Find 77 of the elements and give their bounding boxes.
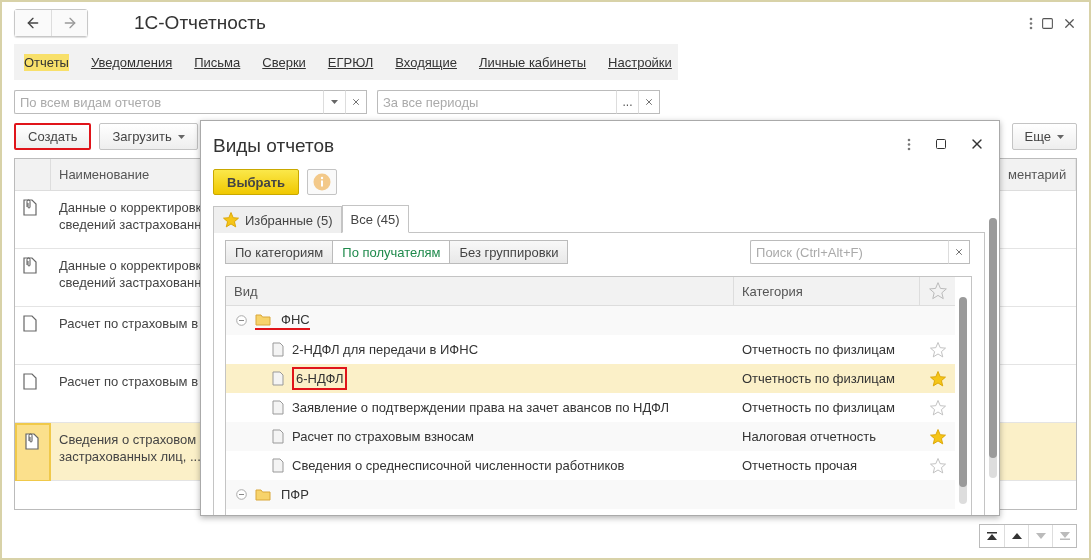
column-header: Категория [734, 277, 920, 305]
group-label: ПФР [281, 487, 309, 502]
clipped-document-icon [23, 199, 37, 216]
star-icon [927, 281, 948, 301]
clipped-document-icon [25, 433, 39, 450]
dialog-title: Виды отчетов [213, 135, 335, 157]
collapse-icon[interactable] [236, 315, 247, 326]
clipped-document-icon [23, 257, 37, 274]
picker-button[interactable]: ... [616, 90, 638, 114]
clear-button[interactable] [638, 90, 660, 114]
document-icon [272, 371, 284, 386]
grouping-button[interactable]: По категориям [225, 240, 334, 264]
document-icon [23, 373, 37, 390]
report-name: Заявление о подтверждении права на зачет авансов по НДФЛ [292, 400, 669, 415]
document-icon [272, 400, 284, 415]
dialog-tab[interactable]: Все (45) [341, 205, 409, 233]
column-header: ментарий [1000, 159, 1076, 191]
star-icon [222, 211, 240, 229]
folder-icon [255, 312, 271, 326]
collapse-icon[interactable] [236, 489, 247, 500]
forward-button[interactable] [51, 10, 87, 36]
caret-icon [331, 100, 338, 104]
report-type-field[interactable]: По всем видам отчетов [14, 90, 323, 114]
period-field[interactable]: За все периоды [377, 90, 616, 114]
tree-row[interactable]: 6-НДФЛ Отчетность по физлицам [226, 364, 955, 393]
report-name: Сведения о среднесписочной численности работников [292, 458, 625, 473]
last-icon [1057, 529, 1072, 543]
category-text: Отчетность по физлицам [741, 400, 896, 415]
dialog-tab[interactable]: Избранные (5) [213, 206, 342, 233]
dropdown-button[interactable] [323, 90, 345, 114]
document-icon [272, 429, 284, 444]
category-text: Отчетность по физлицам [741, 342, 896, 357]
folder-icon [255, 488, 271, 501]
more-icon[interactable] [1029, 16, 1033, 30]
clear-button[interactable] [345, 90, 367, 114]
nav-tab[interactable]: Письма [194, 53, 241, 71]
create-button[interactable]: Создать [14, 123, 92, 150]
tree-group-row[interactable]: ФНС [226, 306, 955, 335]
document-icon [272, 342, 284, 357]
caret-icon [1057, 134, 1064, 139]
category-text: Отчетность прочая [741, 458, 859, 473]
first-icon [985, 529, 999, 543]
close-icon [644, 97, 654, 107]
grouping-button[interactable]: Без группировки [450, 240, 569, 264]
clear-button[interactable] [948, 240, 971, 264]
caret-icon [177, 134, 185, 139]
close-icon [954, 247, 965, 257]
nav-tab[interactable]: ЕГРЮЛ [327, 53, 374, 71]
nav-tab[interactable]: Личные кабинеты [478, 53, 587, 71]
close-icon [351, 97, 361, 107]
search-field[interactable]: Поиск (Ctrl+Alt+F) [750, 240, 949, 264]
category-text: Отчетность по физлицам [741, 371, 896, 386]
document-icon [23, 315, 37, 332]
category-text: Налоговая отчетность [741, 429, 877, 444]
maximize-icon[interactable] [935, 138, 947, 150]
more-button[interactable]: Еще [1011, 123, 1077, 150]
report-name: 6-НДФЛ [292, 367, 348, 390]
nav-tab[interactable]: Отчеты [24, 53, 69, 71]
info-icon [313, 173, 332, 191]
nav-tab[interactable]: Настройки [608, 53, 672, 71]
select-button[interactable]: Выбрать [213, 169, 300, 195]
nav-tab[interactable]: Сверки [262, 53, 306, 71]
grouping-button[interactable]: По получателям [333, 240, 451, 264]
nav-tab[interactable]: Уведомления [90, 53, 173, 71]
window-title: 1С-Отчетность [134, 12, 266, 34]
nav-tab[interactable]: Входящие [395, 53, 457, 71]
tree-row[interactable]: Расчет по страховым взносам Налоговая отчетность [226, 422, 955, 451]
report-name: Расчет по страховым взносам [292, 429, 474, 444]
more-icon[interactable] [907, 137, 911, 151]
document-icon [272, 458, 284, 473]
maximize-icon[interactable] [1041, 16, 1054, 30]
group-label: ФНС [281, 311, 310, 327]
column-header: Вид [226, 277, 734, 305]
tree-group-row[interactable]: ПФР [226, 480, 955, 509]
load-button[interactable]: Загрузить [99, 123, 198, 150]
report-name: 2-НДФЛ для передачи в ИФНС [292, 342, 479, 357]
back-button[interactable] [15, 10, 51, 36]
